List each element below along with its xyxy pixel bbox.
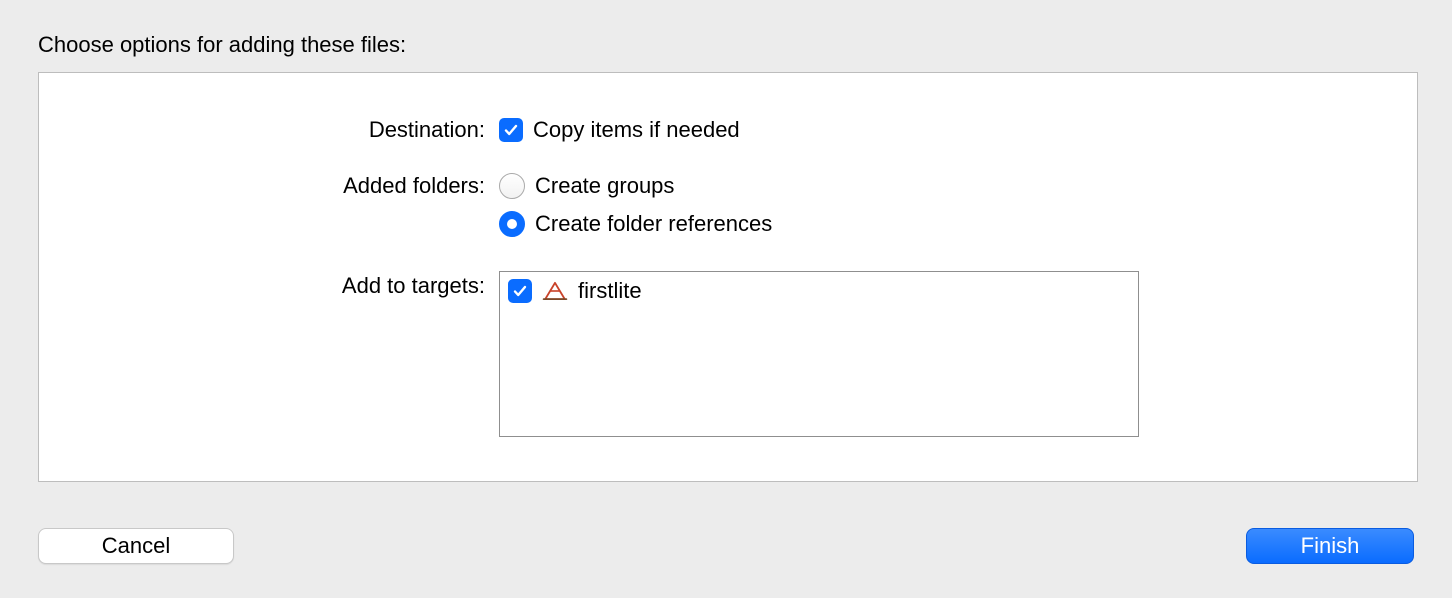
target-checkbox[interactable] [508,279,532,303]
dialog-footer: Cancel Finish [0,528,1452,568]
checkmark-icon [503,122,519,138]
app-target-icon [542,278,568,304]
cancel-button[interactable]: Cancel [38,528,234,564]
finish-button[interactable]: Finish [1246,528,1414,564]
target-name: firstlite [578,278,642,304]
target-item[interactable]: firstlite [508,278,1130,304]
targets-list[interactable]: firstlite [499,271,1139,437]
copy-items-checkbox[interactable] [499,118,523,142]
checkmark-icon [512,283,528,299]
options-panel: Destination: Copy items if needed Added … [38,72,1418,482]
destination-label: Destination: [39,115,499,145]
added-folders-label: Added folders: [39,171,499,201]
create-folder-references-label: Create folder references [535,209,772,239]
create-folder-references-radio[interactable] [499,211,525,237]
add-to-targets-label: Add to targets: [39,271,499,301]
create-groups-radio[interactable] [499,173,525,199]
dialog-title: Choose options for adding these files: [38,32,406,58]
create-groups-label: Create groups [535,171,674,201]
copy-items-label: Copy items if needed [533,115,740,145]
